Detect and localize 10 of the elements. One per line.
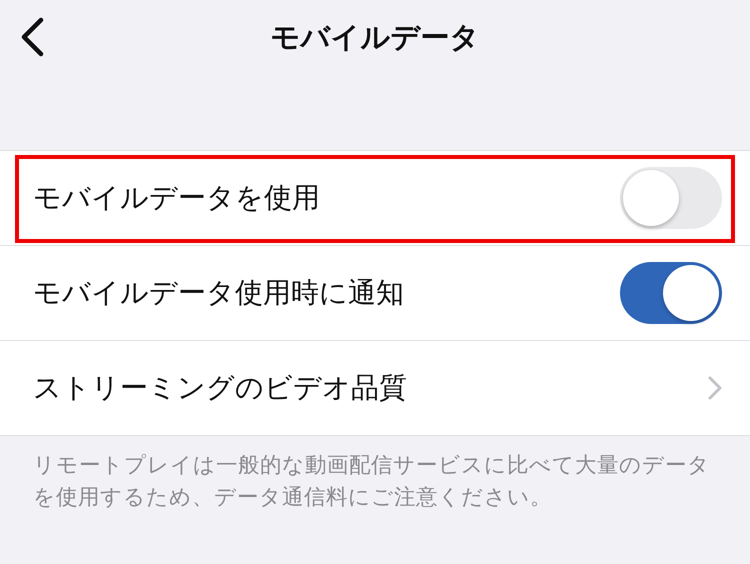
chevron-right-icon <box>708 376 722 400</box>
page-title: モバイルデータ <box>270 18 480 56</box>
setting-label: モバイルデータを使用 <box>33 180 320 216</box>
setting-label: モバイルデータ使用時に通知 <box>33 275 404 311</box>
settings-row[interactable]: ストリーミングのビデオ品質 <box>0 340 750 435</box>
settings-row[interactable]: モバイルデータ使用時に通知 <box>0 245 750 340</box>
footer-note: リモートプレイは一般的な動画配信サービスに比べて大量のデータを使用するため、データ通信料にご注意ください。 <box>33 452 711 512</box>
setting-label: ストリーミングのビデオ品質 <box>33 370 407 406</box>
settings-row[interactable]: モバイルデータを使用 <box>0 151 750 245</box>
back-icon <box>20 17 44 57</box>
